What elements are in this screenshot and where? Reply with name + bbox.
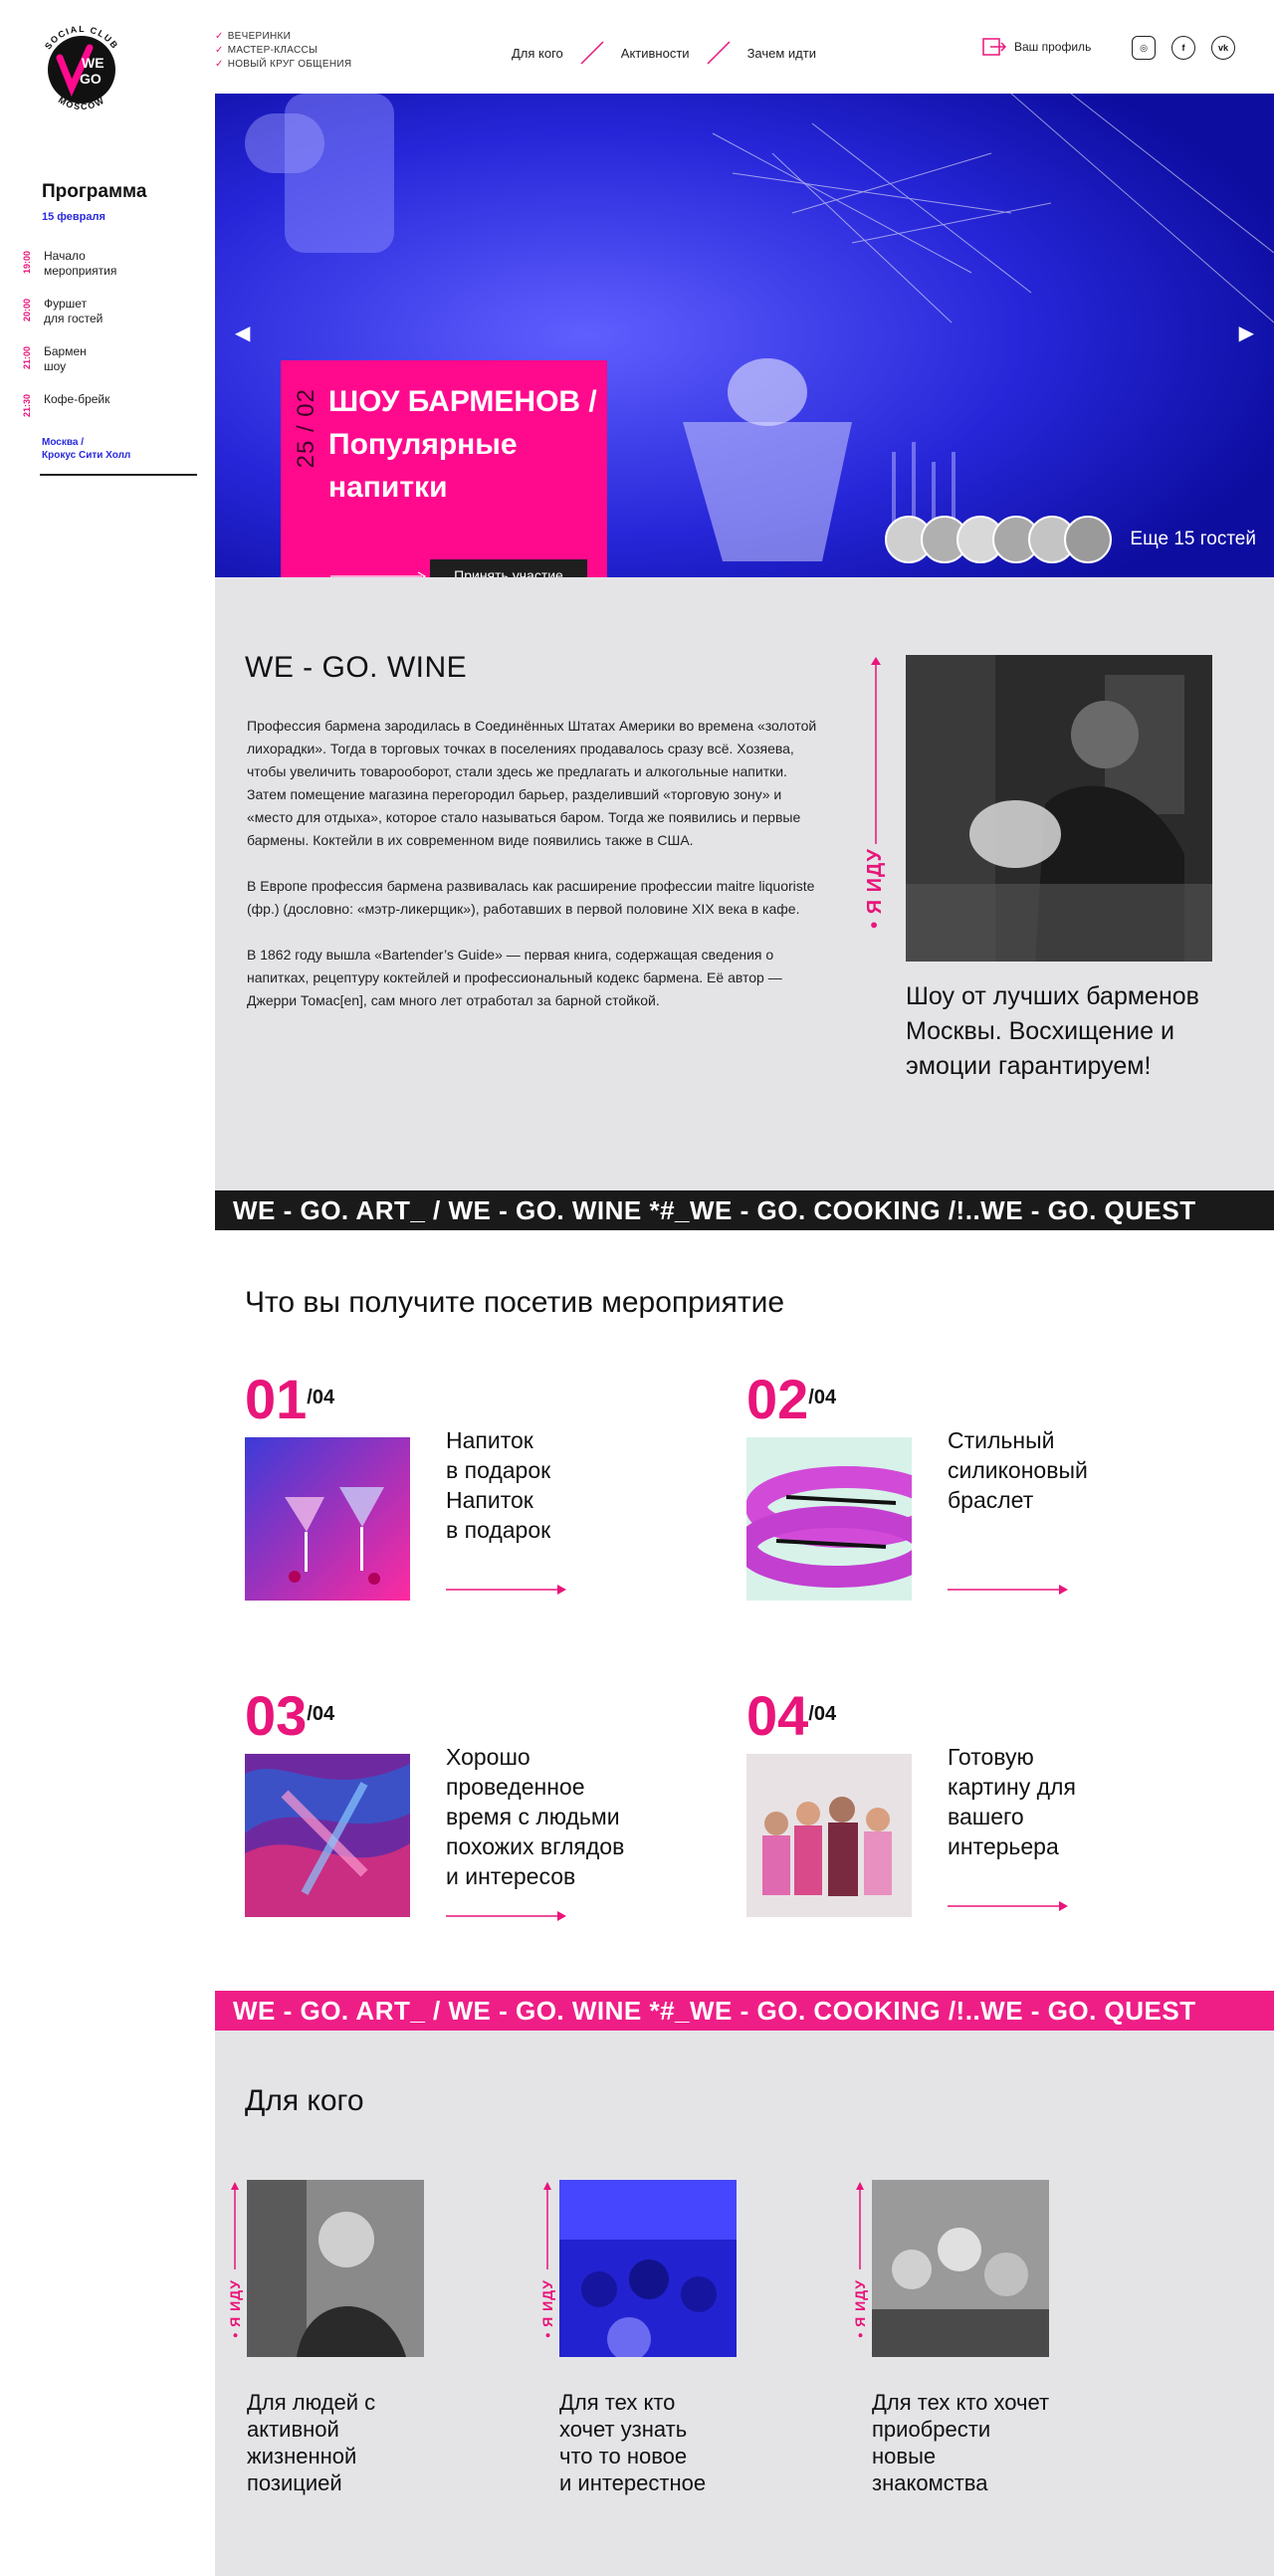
about-quote: Шоу от лучших барменов Москвы. Восхищени… — [906, 982, 1199, 1080]
check-icon: ✓ — [215, 59, 224, 70]
friends-photo — [872, 2180, 1049, 2357]
schedule-time: 21:30 — [22, 394, 32, 418]
facebook-icon[interactable]: f — [1171, 36, 1195, 60]
benefit-text: Хорошо проведенное время с людьми похожи… — [446, 1744, 625, 1889]
guests-more-label: Еще 15 гостей — [1130, 529, 1256, 549]
event-title: ШОУ БАРМЕНОВ / Популярные напитки — [328, 385, 597, 504]
nav-divider-icon — [707, 41, 731, 65]
sidebar-divider — [40, 474, 197, 476]
social-links: ◎ f vk — [1132, 36, 1235, 60]
i-go-label[interactable]: • Я ИДУ — [864, 848, 887, 929]
hero-event-card: 25 / 02 ШОУ БАРМЕНОВ / Популярные напитк… — [281, 360, 607, 605]
audience-card: • Я ИДУ Для тех кто хочет узнать что то … — [528, 2180, 806, 2538]
i-go-label[interactable]: • Я ИДУ — [227, 2279, 243, 2338]
schedule-item: 20:00 Фуршет для гостей — [22, 295, 197, 342]
check-icon: ✓ — [215, 45, 224, 56]
tagline-list: ✓ ВЕЧЕРИНКИ ✓ МАСТЕР-КЛАССЫ ✓ НОВЫЙ КРУГ ОБ… — [215, 30, 351, 72]
benefit-text: Напиток в подарок Напиток в подарок — [446, 1427, 551, 1543]
program-date: 15 февраля — [42, 211, 106, 223]
people-image — [746, 1754, 912, 1917]
event-date: 25 / 02 — [293, 388, 319, 469]
schedule-label: Бармен шоу — [44, 344, 87, 373]
logo-go: GO — [80, 71, 102, 87]
benefit-card: 02/04 Стильный силиконовый браслет — [746, 1370, 1204, 1609]
schedule-time: 21:00 — [22, 346, 32, 370]
nav-for-whom[interactable]: Для кого — [512, 46, 563, 61]
tagline-item: ✓ НОВЫЙ КРУГ ОБЩЕНИЯ — [215, 59, 352, 70]
audience-card: • Я ИДУ Для людей с активной жизненной п… — [215, 2180, 494, 2538]
check-icon: ✓ — [215, 31, 224, 42]
tagline-item: ✓ ВЕЧЕРИНКИ — [215, 31, 292, 42]
tagline-item: ✓ МАСТЕР-КЛАССЫ — [215, 45, 318, 56]
nav-why-go[interactable]: Зачем идти — [747, 46, 816, 61]
about-text: Профессия бармена зародилась в Соединённ… — [247, 715, 824, 1035]
bartender-photo — [906, 655, 1212, 962]
i-go-label[interactable]: • Я ИДУ — [539, 2279, 555, 2338]
ticker-pink: WE - GO. ART_ / WE - GO. WINE *#_WE - GO… — [215, 1991, 1274, 2031]
schedule-time: 20:00 — [22, 299, 32, 322]
schedule-label: Кофе-брейк — [44, 392, 110, 406]
benefit-number: 02/04 — [746, 1368, 837, 1430]
logo[interactable]: SOCIAL CLUB MOSCOW WE GO — [30, 18, 133, 121]
woman-photo — [247, 2180, 424, 2357]
login-icon — [982, 38, 1006, 56]
about-paragraph: В 1862 году вышла «Bartender’s Guide» — … — [247, 947, 782, 1008]
benefit-card: 03/04 Хорошо проведенное время с людьми … — [245, 1686, 703, 1925]
benefit-text: Стильный силиконовый браслет — [948, 1427, 1088, 1513]
about-title: WE - GO. WINE — [245, 651, 468, 684]
nav-divider-icon — [580, 41, 604, 65]
profile-link[interactable]: Ваш профиль — [980, 37, 1091, 57]
main-nav: Для кого Активности Зачем идти — [498, 40, 830, 66]
painting-image — [245, 1754, 410, 1917]
profile-label: Ваш профиль — [1014, 40, 1092, 54]
audience-text: Для тех кто хочет приобрести новые знако… — [872, 2390, 1050, 2495]
cocktail-image — [245, 1437, 410, 1601]
schedule-label: Начало мероприятия — [44, 249, 117, 278]
program-title: Программа — [42, 181, 147, 202]
benefit-text: Готовую картину для вашего интерьера — [948, 1744, 1076, 1859]
arrow-right-icon — [446, 1911, 566, 1921]
audience-text: Для людей с активной жизненной позицией — [247, 2390, 376, 2495]
about-paragraph: В Европе профессия бармена развивалась к… — [247, 878, 815, 917]
for-whom-section: Для кого • Я ИДУ Для людей с активной жи… — [215, 2031, 1274, 2576]
logo-we: WE — [82, 55, 105, 71]
avatar — [1064, 516, 1113, 563]
schedule-list: 19:00 Начало мероприятия 20:00 Фуршет дл… — [22, 247, 197, 438]
arrow-right-icon — [948, 1585, 1068, 1595]
ticker-dark: WE - GO. ART_ / WE - GO. WINE *#_WE - GO… — [215, 1190, 1274, 1230]
benefit-number: 03/04 — [245, 1684, 335, 1747]
arrow-right-icon — [446, 1585, 566, 1595]
schedule-item: 19:00 Начало мероприятия — [22, 247, 197, 295]
schedule-item: 21:00 Бармен шоу — [22, 342, 197, 390]
benefit-card: 01/04 Напиток в подарок Напиток в подаро… — [245, 1370, 703, 1609]
for-whom-title: Для кого — [245, 2084, 364, 2117]
audience-text: Для тех кто хочет узнать что то новое и … — [559, 2390, 707, 2495]
arrow-right-icon — [948, 1901, 1068, 1911]
benefit-number: 04/04 — [746, 1684, 837, 1747]
bracelet-image — [746, 1437, 912, 1601]
i-go-label[interactable]: • Я ИДУ — [852, 2279, 868, 2338]
benefits-title: Что вы получите посетив мероприятие — [245, 1286, 785, 1319]
benefit-card: 04/04 Готовую картину для вашего интерье… — [746, 1686, 1204, 1925]
crowd-photo — [559, 2180, 737, 2357]
about-paragraph: Профессия бармена зародилась в Соединённ… — [247, 718, 817, 848]
instagram-icon[interactable]: ◎ — [1132, 36, 1156, 60]
hero-prev-arrow[interactable]: ◀ — [235, 321, 250, 345]
audience-card: • Я ИДУ Для тех кто хочет приобрести нов… — [840, 2180, 1119, 2538]
benefit-number: 01/04 — [245, 1368, 335, 1430]
guests-group[interactable]: Еще 15 гостей — [885, 516, 1256, 563]
schedule-item: 21:30 Кофе-брейк — [22, 390, 197, 438]
schedule-label: Фуршет для гостей — [44, 297, 104, 325]
vk-icon[interactable]: vk — [1211, 36, 1235, 60]
schedule-time: 19:00 — [22, 251, 32, 275]
hero-next-arrow[interactable]: ▶ — [1239, 321, 1254, 345]
nav-activities[interactable]: Активности — [621, 46, 690, 61]
about-section: WE - GO. WINE Профессия бармена зародила… — [215, 577, 1274, 1190]
event-place: Москва / Крокус Сити Холл — [42, 437, 131, 461]
